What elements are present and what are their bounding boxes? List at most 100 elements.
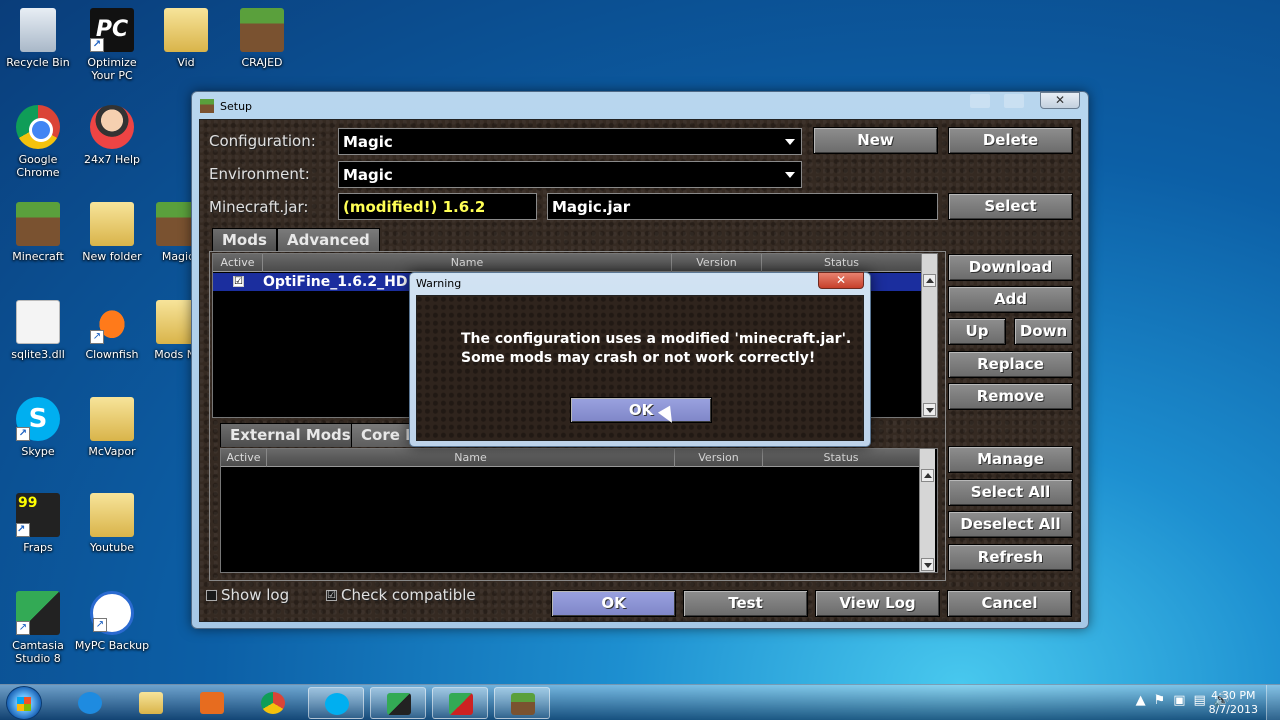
column-status[interactable]: Status bbox=[762, 254, 921, 272]
desktop-icon-crajed[interactable]: CRAJED bbox=[224, 8, 300, 69]
folder-icon bbox=[164, 8, 208, 52]
replace-button[interactable]: Replace bbox=[948, 351, 1073, 378]
tab-advanced[interactable]: Advanced bbox=[277, 228, 380, 252]
tab-external-mods[interactable]: External Mods bbox=[220, 423, 361, 447]
clock[interactable]: 4:30 PM 8/7/2013 bbox=[1209, 689, 1258, 717]
folder-icon bbox=[90, 202, 134, 246]
action-center-icon[interactable]: ⚑ bbox=[1154, 693, 1166, 708]
camtasia-icon bbox=[16, 591, 60, 635]
environment-select[interactable]: Magic bbox=[338, 161, 802, 188]
desktop-icon-help[interactable]: 24x7 Help bbox=[74, 105, 150, 166]
manage-button[interactable]: Manage bbox=[948, 446, 1073, 473]
mods-scrollbar[interactable] bbox=[921, 254, 937, 417]
column-name[interactable]: Name bbox=[267, 449, 675, 467]
check-compatible-checkbox[interactable]: ☑ bbox=[326, 589, 337, 601]
taskbar: ▲ ⚑ ▣ ▤ 🔊 4:30 PM 8/7/2013 bbox=[0, 684, 1280, 720]
cancel-button[interactable]: Cancel bbox=[947, 590, 1072, 617]
taskbar-minecraft[interactable] bbox=[494, 687, 550, 719]
taskbar-explorer[interactable] bbox=[123, 687, 179, 719]
environment-value: Magic bbox=[343, 165, 393, 184]
column-active[interactable]: Active bbox=[221, 449, 267, 467]
column-status[interactable]: Status bbox=[763, 449, 919, 467]
window-title-bar[interactable]: Setup bbox=[200, 96, 252, 116]
chrome-icon bbox=[16, 105, 60, 149]
delete-button[interactable]: Delete bbox=[948, 127, 1073, 154]
minecraft-block-icon bbox=[240, 8, 284, 52]
scroll-up-icon[interactable] bbox=[921, 469, 934, 482]
taskbar-camtasia-recorder[interactable] bbox=[432, 687, 488, 719]
warning-title: Warning bbox=[416, 277, 462, 290]
desktop-icon-chrome[interactable]: Google Chrome bbox=[0, 105, 76, 179]
window-close-button[interactable]: ✕ bbox=[1040, 92, 1080, 109]
show-log-checkbox[interactable] bbox=[206, 589, 217, 601]
desktop-icon-mcvapor[interactable]: McVapor bbox=[74, 397, 150, 458]
ok-button[interactable]: OK bbox=[551, 590, 676, 617]
minecraft-block-icon bbox=[200, 99, 214, 113]
fraps-icon: 99 bbox=[16, 493, 60, 537]
desktop-icon-skype[interactable]: S Skype bbox=[0, 397, 76, 458]
internet-explorer-icon bbox=[78, 692, 102, 714]
scroll-down-icon[interactable] bbox=[923, 403, 936, 416]
warning-message-line-2: Some mods may crash or not work correctl… bbox=[461, 350, 816, 366]
desktop-icon-sqlite[interactable]: sqlite3.dll bbox=[0, 300, 76, 361]
remove-button[interactable]: Remove bbox=[948, 383, 1073, 410]
external-scrollbar[interactable] bbox=[919, 449, 935, 572]
network-icon[interactable]: ▤ bbox=[1194, 693, 1206, 708]
view-log-button[interactable]: View Log bbox=[815, 590, 940, 617]
maximize-icon[interactable] bbox=[1004, 94, 1024, 108]
tray-app-icon[interactable]: ▣ bbox=[1173, 693, 1185, 708]
refresh-button[interactable]: Refresh bbox=[948, 544, 1073, 571]
select-jar-button[interactable]: Select bbox=[948, 193, 1073, 220]
check-compatible-label: Check compatible bbox=[341, 586, 476, 604]
warning-body: The configuration uses a modified 'minec… bbox=[416, 295, 864, 441]
column-version[interactable]: Version bbox=[672, 254, 762, 272]
column-version[interactable]: Version bbox=[675, 449, 763, 467]
column-name[interactable]: Name bbox=[263, 254, 672, 272]
down-button[interactable]: Down bbox=[1014, 318, 1073, 345]
desktop-icon-fraps[interactable]: 99 Fraps bbox=[0, 493, 76, 554]
minimize-icon[interactable] bbox=[970, 94, 990, 108]
download-button[interactable]: Download bbox=[948, 254, 1073, 281]
clownfish-icon bbox=[90, 300, 134, 344]
jar-version-field[interactable]: (modified!) 1.6.2 bbox=[338, 193, 537, 220]
warning-ok-button[interactable]: OK bbox=[570, 397, 712, 423]
start-button[interactable] bbox=[6, 686, 42, 720]
show-desktop-button[interactable] bbox=[1266, 685, 1280, 720]
scroll-down-icon[interactable] bbox=[921, 558, 934, 571]
configuration-value: Magic bbox=[343, 132, 393, 151]
check-compatible-option[interactable]: ☑ Check compatible bbox=[326, 586, 476, 604]
taskbar-camtasia[interactable] bbox=[370, 687, 426, 719]
desktop-icon-optimize-pc[interactable]: PC Optimize Your PC bbox=[74, 8, 150, 82]
show-log-option[interactable]: Show log bbox=[206, 586, 289, 604]
tab-mods[interactable]: Mods bbox=[212, 228, 277, 252]
taskbar-internet-explorer[interactable] bbox=[62, 687, 118, 719]
new-button[interactable]: New bbox=[813, 127, 938, 154]
show-hidden-icons-icon[interactable]: ▲ bbox=[1136, 693, 1146, 708]
deselect-all-button[interactable]: Deselect All bbox=[948, 511, 1073, 538]
desktop-icon-recycle-bin[interactable]: Recycle Bin bbox=[0, 8, 76, 69]
clock-time: 4:30 PM bbox=[1211, 689, 1256, 702]
configuration-select[interactable]: Magic bbox=[338, 128, 802, 155]
warning-close-button[interactable]: ✕ bbox=[818, 272, 864, 289]
taskbar-media-player[interactable] bbox=[184, 687, 240, 719]
desktop-icon-minecraft[interactable]: Minecraft bbox=[0, 202, 76, 263]
desktop-icon-mypc-backup[interactable]: MyPC Backup bbox=[74, 591, 150, 652]
jar-file-field[interactable]: Magic.jar bbox=[547, 193, 938, 220]
taskbar-skype[interactable] bbox=[308, 687, 364, 719]
mod-name: OptiFine_1.6.2_HD bbox=[263, 274, 408, 290]
show-log-label: Show log bbox=[221, 586, 290, 604]
test-button[interactable]: Test bbox=[683, 590, 808, 617]
scroll-up-icon[interactable] bbox=[923, 274, 936, 287]
add-button[interactable]: Add bbox=[948, 286, 1073, 313]
desktop-icon-vid[interactable]: Vid bbox=[148, 8, 224, 69]
up-button[interactable]: Up bbox=[948, 318, 1006, 345]
desktop-icon-new-folder[interactable]: New folder bbox=[74, 202, 150, 263]
taskbar-chrome[interactable] bbox=[245, 687, 301, 719]
desktop-icon-youtube[interactable]: Youtube bbox=[74, 493, 150, 554]
desktop-icon-camtasia[interactable]: Camtasia Studio 8 bbox=[0, 591, 76, 665]
column-active[interactable]: Active bbox=[213, 254, 263, 272]
select-all-button[interactable]: Select All bbox=[948, 479, 1073, 506]
desktop-icon-clownfish[interactable]: Clownfish bbox=[74, 300, 150, 361]
camtasia-icon bbox=[387, 693, 411, 715]
mod-active-checkbox[interactable]: ☑ bbox=[233, 276, 244, 287]
